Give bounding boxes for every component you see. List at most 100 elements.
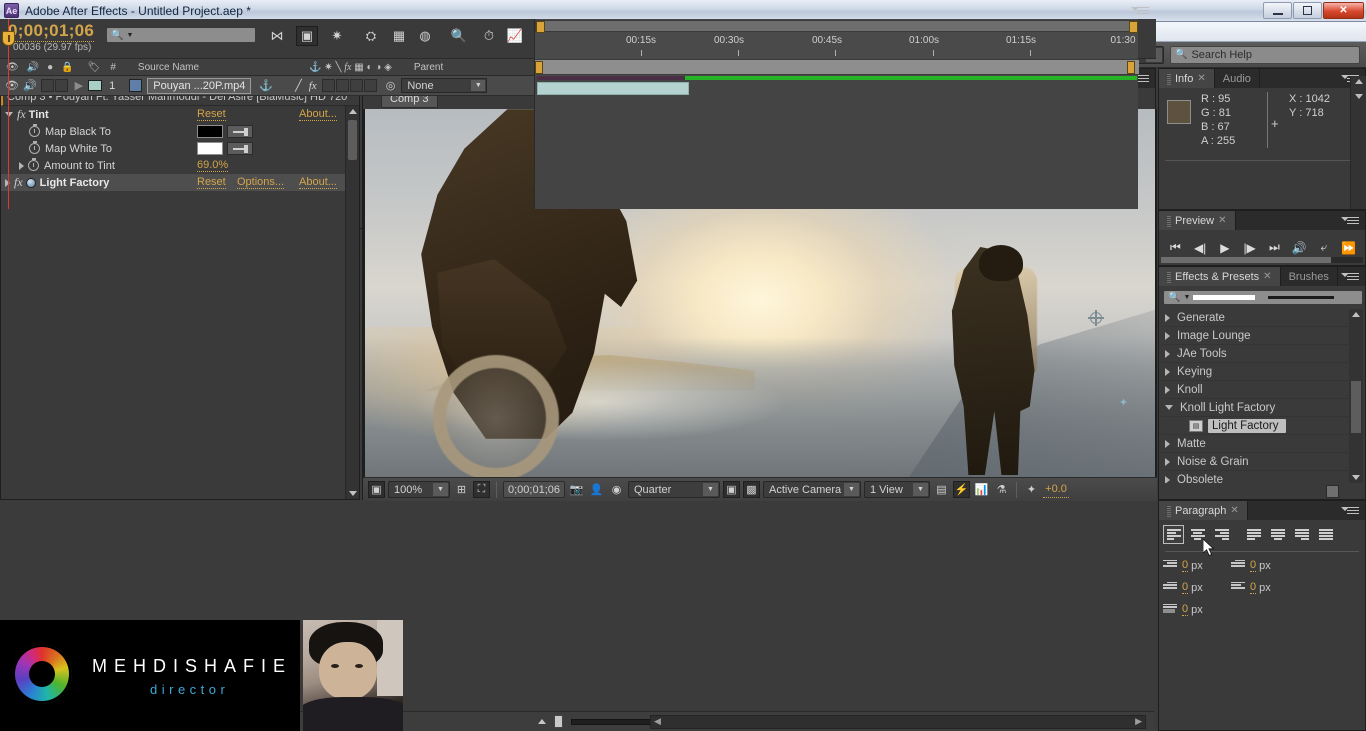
disclosure-triangle-icon[interactable] <box>1165 385 1170 394</box>
category-noise-and-grain[interactable]: Noise & Grain <box>1161 453 1349 471</box>
anchor-point-icon[interactable] <box>1088 310 1104 326</box>
tab-preview[interactable]: Preview ✕ <box>1159 211 1236 230</box>
scroll-right-icon[interactable]: ▶ <box>1135 716 1142 727</box>
effect-options-link[interactable]: Options... <box>237 176 285 189</box>
exposure-value[interactable]: +0.0 <box>1043 481 1069 498</box>
property-row-map-black-to[interactable]: Map Black To <box>1 123 345 140</box>
scroll-up-icon[interactable] <box>1352 312 1360 317</box>
color-swatch-black[interactable] <box>197 125 223 138</box>
scroll-down-icon[interactable] <box>1352 475 1360 480</box>
disclosure-triangle-icon[interactable] <box>19 161 24 170</box>
justify-all-button[interactable] <box>1315 525 1336 544</box>
color-swatch-white[interactable] <box>197 142 223 155</box>
timeline-search-input[interactable]: 🔍 ▼ <box>106 27 256 43</box>
light-source-handle-icon[interactable]: ✦ <box>1118 398 1129 409</box>
reset-exposure-icon[interactable]: ✦ <box>1023 481 1040 498</box>
disclosure-triangle-icon[interactable] <box>1165 457 1170 466</box>
new-animation-preset-icon[interactable] <box>1326 484 1339 498</box>
timeline-horizontal-scrollbar[interactable]: ◀ ▶ <box>650 714 1146 729</box>
snapshot-icon[interactable]: 📷 <box>568 481 585 498</box>
chevron-down-icon[interactable]: ▼ <box>126 32 133 39</box>
layer-audio-toggle[interactable]: 🔊 <box>23 79 37 92</box>
scroll-thumb[interactable] <box>348 120 357 160</box>
timeline-vertical-scrollbar[interactable] <box>1350 76 1366 209</box>
tab-grip[interactable] <box>1167 72 1171 85</box>
category-knoll-light-factory[interactable]: Knoll Light Factory <box>1161 399 1349 417</box>
ram-preview-button[interactable]: ⏩ <box>1339 241 1359 255</box>
indent-first-line-field[interactable]: 0 px <box>1231 559 1299 572</box>
scroll-down-icon[interactable] <box>1355 94 1363 99</box>
audio-switch-icon[interactable]: 🔊 <box>27 62 39 73</box>
layer-effects-icon[interactable]: fx <box>309 80 317 92</box>
eyedropper-icon[interactable] <box>227 142 253 155</box>
scroll-up-icon[interactable] <box>1355 79 1363 84</box>
pixel-aspect-icon[interactable]: ▤ <box>933 481 950 498</box>
audio-toggle-button[interactable]: 🔊 <box>1289 241 1309 255</box>
hide-shy-layers-icon[interactable]: ✷ <box>326 26 348 46</box>
magnification-select[interactable]: 100% ▼ <box>388 481 450 498</box>
navigator-start-handle[interactable] <box>535 61 543 74</box>
tab-grip[interactable] <box>1167 270 1171 283</box>
tab-audio[interactable]: Audio <box>1214 69 1260 88</box>
brainstorm-icon[interactable]: ◍ <box>414 26 436 46</box>
current-time-display[interactable]: 0;00;01;06 <box>503 481 565 498</box>
scroll-left-icon[interactable]: ◀ <box>654 716 661 727</box>
disclosure-triangle-icon[interactable] <box>1165 405 1173 410</box>
property-row-map-white-to[interactable]: Map White To <box>1 140 345 157</box>
playhead-handle-icon[interactable] <box>2 31 15 46</box>
graph-curve-icon[interactable]: 📈 <box>504 26 526 46</box>
panel-menu-button[interactable] <box>1339 267 1365 286</box>
justify-last-center-button[interactable] <box>1267 525 1288 544</box>
category-matte[interactable]: Matte <box>1161 435 1349 453</box>
tab-info[interactable]: Info ✕ <box>1159 69 1215 88</box>
tab-paragraph[interactable]: Paragraph ✕ <box>1159 501 1248 520</box>
choose-grid-icon[interactable]: ⊞ <box>453 481 470 498</box>
layer-solo-toggle[interactable] <box>40 79 54 92</box>
stopwatch-icon[interactable] <box>28 158 39 171</box>
always-preview-icon[interactable]: ▣ <box>368 481 385 498</box>
next-frame-button[interactable]: |▶ <box>1240 241 1260 255</box>
close-tab-icon[interactable]: ✕ <box>1230 505 1238 516</box>
disclosure-triangle-icon[interactable] <box>1165 475 1170 483</box>
zoom-slider-knob[interactable] <box>554 715 563 728</box>
space-before-field[interactable]: 0 px <box>1163 581 1231 594</box>
indent-left-value[interactable]: 0 <box>1182 559 1189 572</box>
draft-3d-icon[interactable]: ▣ <box>296 26 318 46</box>
layer-frame-blend-cell[interactable] <box>321 79 335 92</box>
layer-3d-cell[interactable] <box>363 79 377 92</box>
layer-duration-bar[interactable] <box>537 82 689 95</box>
maximize-button[interactable] <box>1293 2 1322 19</box>
work-area-start-handle[interactable] <box>536 21 545 33</box>
tab-grip[interactable] <box>1167 504 1171 517</box>
effect-about-link[interactable]: About... <box>299 108 337 121</box>
timeline-layer-row[interactable]: 👁 🔊 ▶ 1 Pouyan ...20P.mp4 ⚓ ╱ fx ◎ None … <box>0 76 534 96</box>
category-keying[interactable]: Keying <box>1161 363 1349 381</box>
disclosure-triangle-icon[interactable] <box>5 112 13 117</box>
camera-select[interactable]: Active Camera ▼ <box>763 481 861 498</box>
disclosure-triangle-icon[interactable] <box>1165 439 1170 448</box>
category-image-lounge[interactable]: Image Lounge <box>1161 327 1349 345</box>
transparency-grid-icon[interactable]: ▩ <box>743 481 760 498</box>
disclosure-triangle-icon[interactable] <box>1165 349 1170 358</box>
stopwatch-icon[interactable] <box>29 141 40 154</box>
fast-previews-icon[interactable]: ⚡ <box>953 481 970 498</box>
close-tab-icon[interactable]: ✕ <box>1197 73 1205 84</box>
composition-mini-flowchart-icon[interactable]: ⋈ <box>266 26 288 46</box>
stopwatch-icon[interactable] <box>29 124 40 137</box>
timeline-navigator-band[interactable] <box>535 59 1139 75</box>
space-before-value[interactable]: 0 <box>1182 581 1189 594</box>
effect-row-tint[interactable]: fx Tint Reset About... <box>1 106 345 123</box>
zoom-out-icon[interactable] <box>538 719 546 724</box>
layer-lock-toggle[interactable] <box>54 79 68 92</box>
chevron-down-icon[interactable]: ▼ <box>1183 294 1190 301</box>
layer-anchor-icon[interactable]: ⚓ <box>259 79 273 92</box>
close-tab-icon[interactable]: ✕ <box>1218 215 1226 226</box>
category-obsolete[interactable]: Obsolete <box>1161 471 1349 483</box>
show-snapshot-icon[interactable]: 👤 <box>588 481 605 498</box>
effect-about-link[interactable]: About... <box>299 176 337 189</box>
work-area-end-handle[interactable] <box>1129 21 1138 33</box>
effect-reset-link[interactable]: Reset <box>197 108 226 121</box>
effects-search-input[interactable]: 🔍 ▼ <box>1163 290 1363 305</box>
resolution-select[interactable]: Quarter ▼ <box>628 481 720 498</box>
disclosure-triangle-icon[interactable] <box>1165 367 1170 376</box>
